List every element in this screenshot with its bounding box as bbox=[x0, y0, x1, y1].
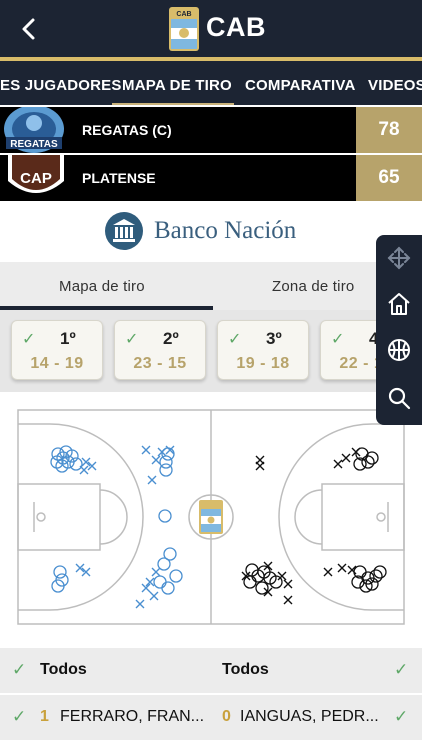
top-bar: CAB CAB bbox=[0, 0, 422, 57]
app-title: CAB bbox=[206, 12, 266, 42]
subtab-zona-de-tiro[interactable]: Zona de tiro bbox=[272, 278, 354, 295]
missed-shot-marker bbox=[79, 465, 89, 475]
center-logo-icon bbox=[199, 500, 223, 534]
shot-chart bbox=[0, 392, 422, 640]
home-player-number: 1 bbox=[40, 708, 49, 725]
quarter-label: 1º bbox=[60, 329, 76, 348]
missed-shot-marker bbox=[151, 567, 161, 577]
away-all-check-icon[interactable]: ✓ bbox=[394, 660, 408, 680]
basketball-icon[interactable] bbox=[386, 337, 412, 363]
home-team-name: REGATAS (C) bbox=[82, 122, 172, 138]
quarter-score: 19 - 18 bbox=[236, 355, 290, 372]
platense-logo-icon: CAP bbox=[8, 155, 64, 193]
missed-shot-marker bbox=[323, 567, 333, 577]
check-icon: ✓ bbox=[125, 331, 139, 348]
svg-text:CAB: CAB bbox=[176, 11, 191, 18]
filter-row-player: ✓ 1 FERRARO, FRAN... 0 IANGUAS, PEDR... … bbox=[0, 695, 422, 740]
missed-shot-marker bbox=[277, 571, 287, 581]
filter-row-all: ✓ Todos Todos ✓ bbox=[0, 648, 422, 693]
quarter-score: 14 - 19 bbox=[30, 355, 84, 372]
subtab-mapa-de-tiro[interactable]: Mapa de tiro bbox=[59, 278, 145, 295]
made-shot-marker bbox=[161, 581, 175, 595]
missed-shot-marker bbox=[149, 591, 159, 601]
check-icon: ✓ bbox=[331, 331, 345, 348]
basketball-court bbox=[17, 409, 405, 625]
away-player-number: 0 bbox=[222, 708, 231, 725]
search-icon[interactable] bbox=[386, 385, 412, 411]
quarter-score: 23 - 15 bbox=[133, 355, 187, 372]
missed-shot-marker bbox=[283, 595, 293, 605]
missed-shot-marker bbox=[147, 475, 157, 485]
made-shot-marker bbox=[169, 569, 183, 583]
quarter-card-3[interactable]: ✓ 3º 19 - 18 bbox=[217, 320, 309, 380]
home-all-check-icon[interactable]: ✓ bbox=[12, 660, 26, 680]
quarter-card-2[interactable]: ✓ 2º 23 - 15 bbox=[114, 320, 206, 380]
tab-jugadores[interactable]: ES JUGADORES bbox=[0, 77, 122, 94]
sponsor-name: Banco Nación bbox=[154, 217, 297, 244]
away-all-label[interactable]: Todos bbox=[222, 661, 269, 679]
quarter-card-1[interactable]: ✓ 1º 14 - 19 bbox=[11, 320, 103, 380]
away-player-check-icon[interactable]: ✓ bbox=[394, 707, 408, 727]
team-row-home: REGATAS REGATAS (C) 78 bbox=[0, 107, 422, 153]
missed-shot-marker bbox=[333, 459, 343, 469]
regatas-logo-icon: REGATAS bbox=[4, 107, 64, 153]
missed-shot-marker bbox=[255, 461, 265, 471]
away-team-name: PLATENSE bbox=[82, 170, 156, 186]
missed-shot-marker bbox=[151, 455, 161, 465]
made-shot-marker bbox=[255, 581, 269, 595]
sponsor-banner[interactable]: Banco Nación bbox=[48, 207, 374, 255]
shot-subtabs: Mapa de tiro Zona de tiro bbox=[0, 262, 422, 310]
missed-shot-marker bbox=[341, 453, 351, 463]
made-shot-marker bbox=[158, 509, 172, 523]
home-all-label[interactable]: Todos bbox=[40, 661, 87, 679]
made-shot-marker bbox=[243, 575, 257, 589]
quarter-selector: ✓ 1º 14 - 19 ✓ 2º 23 - 15 ✓ 3º 19 - 18 ✓… bbox=[0, 310, 422, 392]
svg-text:CAP: CAP bbox=[20, 170, 52, 187]
missed-shot-marker bbox=[141, 445, 151, 455]
away-team-score: 65 bbox=[356, 155, 422, 201]
missed-shot-marker bbox=[135, 599, 145, 609]
home-team-score: 78 bbox=[356, 107, 422, 153]
move-icon[interactable] bbox=[386, 245, 412, 271]
home-player-name[interactable]: FERRARO, FRAN... bbox=[60, 708, 204, 726]
made-shot-marker bbox=[53, 565, 67, 579]
bank-icon bbox=[105, 212, 143, 250]
back-arrow-icon[interactable] bbox=[14, 14, 44, 44]
made-shot-marker bbox=[159, 463, 173, 477]
quarter-label: 2º bbox=[163, 329, 179, 348]
home-player-check-icon[interactable]: ✓ bbox=[12, 707, 26, 727]
active-tab-indicator bbox=[112, 103, 234, 105]
tab-mapa-de-tiro[interactable]: MAPA DE TIRO bbox=[122, 77, 232, 94]
missed-shot-marker bbox=[283, 579, 293, 589]
away-player-name[interactable]: IANGUAS, PEDR... bbox=[240, 708, 379, 726]
tab-comparativa[interactable]: COMPARATIVA bbox=[245, 77, 356, 94]
floating-sidebar bbox=[376, 235, 422, 425]
quarter-label: 3º bbox=[266, 329, 282, 348]
check-icon: ✓ bbox=[22, 331, 36, 348]
tab-videos[interactable]: VIDEOS bbox=[368, 77, 422, 94]
made-shot-marker bbox=[153, 575, 167, 589]
svg-text:REGATAS: REGATAS bbox=[10, 139, 58, 150]
main-nav: ES JUGADORES MAPA DE TIRO COMPARATIVA VI… bbox=[0, 57, 422, 105]
team-row-away: CAP PLATENSE 65 bbox=[0, 155, 422, 201]
missed-shot-marker bbox=[337, 563, 347, 573]
check-icon: ✓ bbox=[228, 331, 242, 348]
home-icon[interactable] bbox=[386, 291, 412, 317]
cab-logo-icon: CAB bbox=[169, 7, 199, 51]
